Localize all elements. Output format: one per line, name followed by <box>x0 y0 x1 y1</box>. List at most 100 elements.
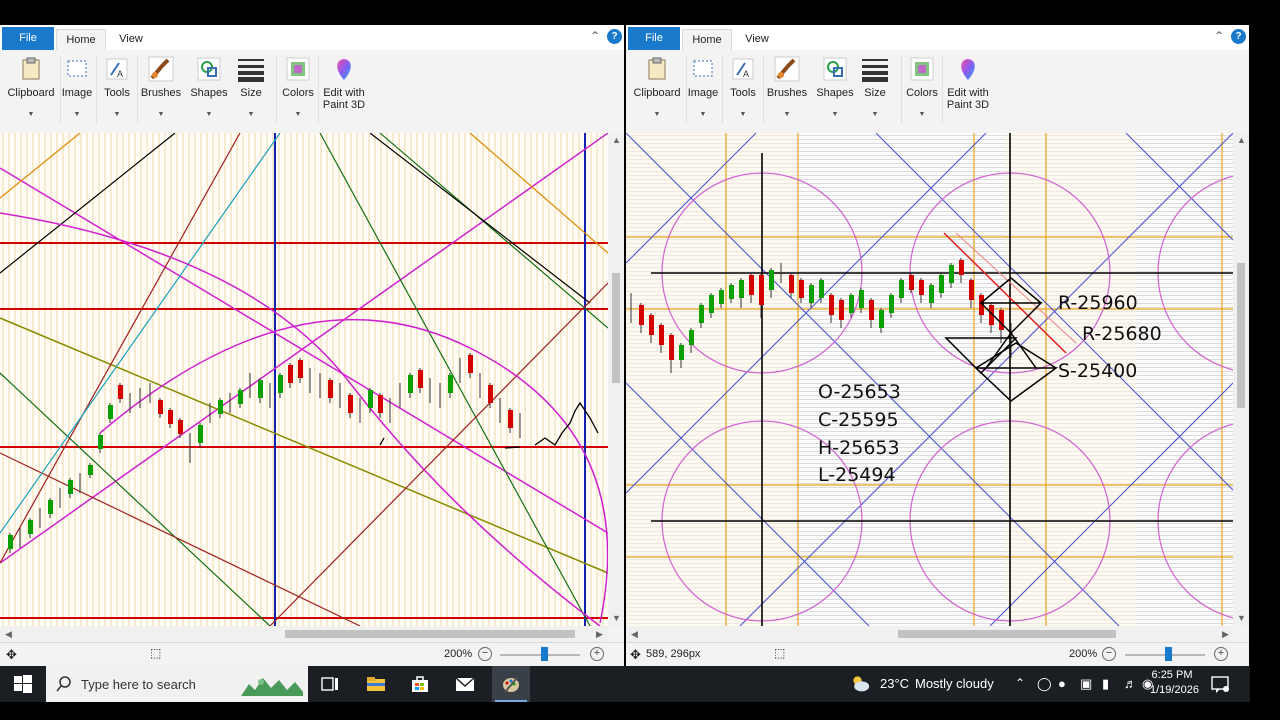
scroll-down-icon[interactable]: ▼ <box>1237 613 1246 623</box>
scroll-thumb[interactable] <box>612 273 620 383</box>
tools-label: Tools <box>104 87 130 99</box>
size-button[interactable]: Size ▼ <box>232 53 270 127</box>
clipboard-button[interactable]: Clipboard ▼ <box>630 53 684 127</box>
scroll-left-icon[interactable]: ◀ <box>5 629 12 640</box>
chevron-down-icon: ▼ <box>247 111 255 118</box>
scroll-left-icon[interactable]: ◀ <box>631 629 638 640</box>
meet-now-icon[interactable]: ◯ <box>1037 676 1052 692</box>
clock-time: 6:25 PM <box>1151 669 1193 681</box>
cursor-position-icon: ✥ <box>6 647 17 662</box>
open-label: O-25653 <box>818 381 901 403</box>
scroll-up-icon[interactable]: ▲ <box>612 135 621 145</box>
brushes-button[interactable]: Brushes ▼ <box>766 53 808 127</box>
brushes-label: Brushes <box>766 87 808 99</box>
collapse-ribbon-icon[interactable]: ⌃ <box>590 29 600 43</box>
paint-window-right: File Home View ⌃ ? Clipboard ▼ Image ▼ A… <box>626 25 1249 666</box>
tab-home[interactable]: Home <box>56 29 106 51</box>
scroll-down-icon[interactable]: ▼ <box>612 613 621 623</box>
paint-canvas[interactable]: R-25960 R-25680 S-25400 O-25653 C-25595 … <box>626 133 1233 626</box>
chevron-down-icon: ▼ <box>739 111 747 118</box>
support-label: S-25400 <box>1058 360 1137 382</box>
edit-with-paint3d-label: Edit with Paint 3D <box>946 87 990 111</box>
notifications-icon[interactable] <box>1210 674 1230 694</box>
scroll-thumb[interactable] <box>1237 263 1245 408</box>
chevron-down-icon: ▼ <box>871 111 879 118</box>
tab-file[interactable]: File <box>628 27 680 50</box>
mail-icon[interactable] <box>455 674 475 694</box>
zoom-level: 200% <box>1069 648 1098 660</box>
zoom-slider[interactable] <box>500 654 580 656</box>
chevron-down-icon: ▼ <box>783 111 791 118</box>
ribbon-divider <box>722 56 723 124</box>
tools-button[interactable]: A Tools ▼ <box>726 53 760 127</box>
close-label: C-25595 <box>818 409 899 431</box>
size-label: Size <box>864 87 886 99</box>
shapes-icon <box>823 57 847 81</box>
help-icon[interactable]: ? <box>1231 29 1246 44</box>
tab-home[interactable]: Home <box>682 29 732 51</box>
image-button[interactable]: Image ▼ <box>687 53 719 127</box>
status-bar: ✥ ⬚ 200% − + <box>0 642 624 666</box>
size-button[interactable]: Size ▼ <box>856 53 894 127</box>
clipboard-label: Clipboard <box>7 87 55 99</box>
tools-button[interactable]: A Tools ▼ <box>100 53 134 127</box>
scroll-right-icon[interactable]: ▶ <box>1222 629 1229 640</box>
tab-view[interactable]: View <box>106 29 156 50</box>
help-icon[interactable]: ? <box>607 29 622 44</box>
zoom-out-button[interactable]: − <box>478 647 492 661</box>
horizontal-scrollbar[interactable]: ◀ ▶ <box>0 626 608 642</box>
colors-button[interactable]: Colors ▼ <box>280 53 316 127</box>
task-view-icon[interactable] <box>320 674 340 694</box>
speaker-icon[interactable]: ♬ <box>1124 676 1137 691</box>
scroll-right-icon[interactable]: ▶ <box>596 629 603 640</box>
brush-icon <box>148 56 174 82</box>
zoom-in-button[interactable]: + <box>590 647 604 661</box>
shapes-button[interactable]: Shapes ▼ <box>816 53 854 127</box>
clock[interactable]: 6:25 PM 1/19/2026 <box>1150 668 1199 698</box>
collapse-ribbon-icon[interactable]: ⌃ <box>1214 29 1224 43</box>
weather-cloudy-icon[interactable] <box>850 673 870 693</box>
battery-icon[interactable]: ▮ <box>1102 676 1109 692</box>
chevron-down-icon: ▼ <box>205 111 213 118</box>
weather-temperature[interactable]: 23°C <box>880 676 909 691</box>
brushes-button[interactable]: Brushes ▼ <box>140 53 182 127</box>
show-hidden-icons-icon[interactable]: ⌃ <box>1015 676 1025 690</box>
microsoft-store-icon[interactable] <box>410 674 430 694</box>
weather-description[interactable]: Mostly cloudy <box>915 676 994 691</box>
vertical-scrollbar[interactable]: ▲ ▼ <box>1233 133 1249 626</box>
scroll-up-icon[interactable]: ▲ <box>1237 135 1246 145</box>
edit-with-paint3d-button[interactable]: Edit with Paint 3D <box>320 53 368 127</box>
zoom-slider-thumb[interactable] <box>1165 647 1172 661</box>
file-explorer-icon[interactable] <box>366 674 386 694</box>
ribbon-divider <box>318 56 319 124</box>
shapes-label: Shapes <box>190 87 228 99</box>
windows-start-icon[interactable] <box>13 674 33 694</box>
edit-with-paint3d-button[interactable]: Edit with Paint 3D <box>944 53 992 127</box>
search-highlight-image <box>241 678 303 696</box>
taskbar-search-box[interactable]: Type here to search <box>46 666 308 702</box>
tab-view[interactable]: View <box>732 29 782 50</box>
tab-file[interactable]: File <box>2 27 54 50</box>
image-label: Image <box>61 87 93 99</box>
scroll-thumb[interactable] <box>898 630 1116 638</box>
colors-button[interactable]: Colors ▼ <box>904 53 940 127</box>
scroll-thumb[interactable] <box>285 630 575 638</box>
shapes-button[interactable]: Shapes ▼ <box>190 53 228 127</box>
taskbar: Type here to search 23°C Mostly cloudy ⌃… <box>0 666 1250 702</box>
zoom-out-button[interactable]: − <box>1102 647 1116 661</box>
microphone-icon[interactable]: ● <box>1058 676 1066 691</box>
colors-label: Colors <box>906 87 938 99</box>
horizontal-scrollbar[interactable]: ◀ ▶ <box>626 626 1233 642</box>
vertical-scrollbar[interactable]: ▲ ▼ <box>608 133 624 626</box>
zoom-slider-thumb[interactable] <box>541 647 548 661</box>
paint-taskbar-button[interactable] <box>492 666 530 702</box>
paint-canvas[interactable] <box>0 133 608 626</box>
chevron-down-icon: ▼ <box>294 111 302 118</box>
image-button[interactable]: Image ▼ <box>61 53 93 127</box>
search-placeholder: Type here to search <box>81 677 196 692</box>
zoom-in-button[interactable]: + <box>1214 647 1228 661</box>
clipboard-button[interactable]: Clipboard ▼ <box>4 53 58 127</box>
ribbon-divider <box>137 56 138 124</box>
camera-icon[interactable]: ▣ <box>1080 676 1092 692</box>
search-icon <box>56 676 71 692</box>
